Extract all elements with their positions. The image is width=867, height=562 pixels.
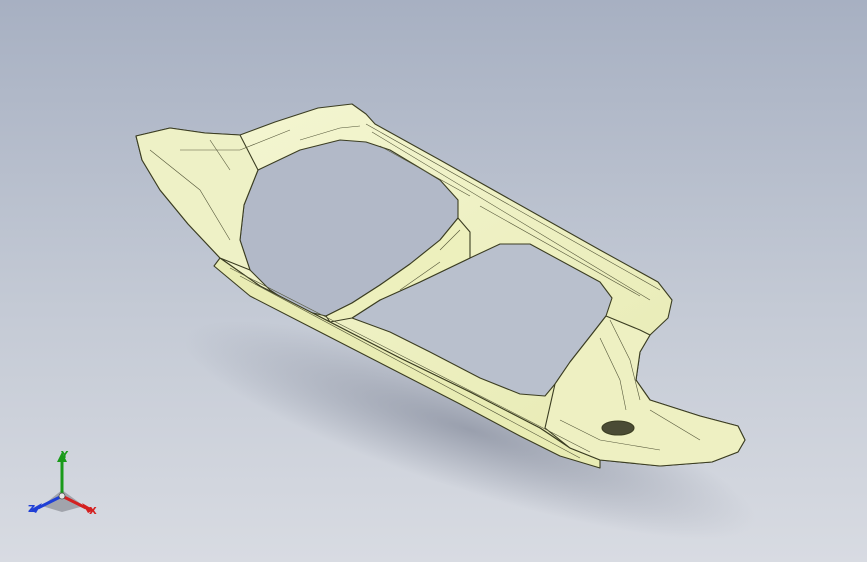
triad-x-label: X (89, 506, 97, 517)
orientation-triad[interactable]: Y X Z (22, 446, 104, 524)
triad-z-label: Z (28, 504, 36, 515)
triad-origin (58, 492, 66, 500)
cad-model-view[interactable] (0, 0, 867, 562)
fuel-door-opening (601, 420, 635, 436)
graphics-viewport[interactable]: Y X Z (0, 0, 867, 562)
front-a-pillar (135, 127, 259, 271)
triad-y-label: Y (61, 450, 69, 461)
